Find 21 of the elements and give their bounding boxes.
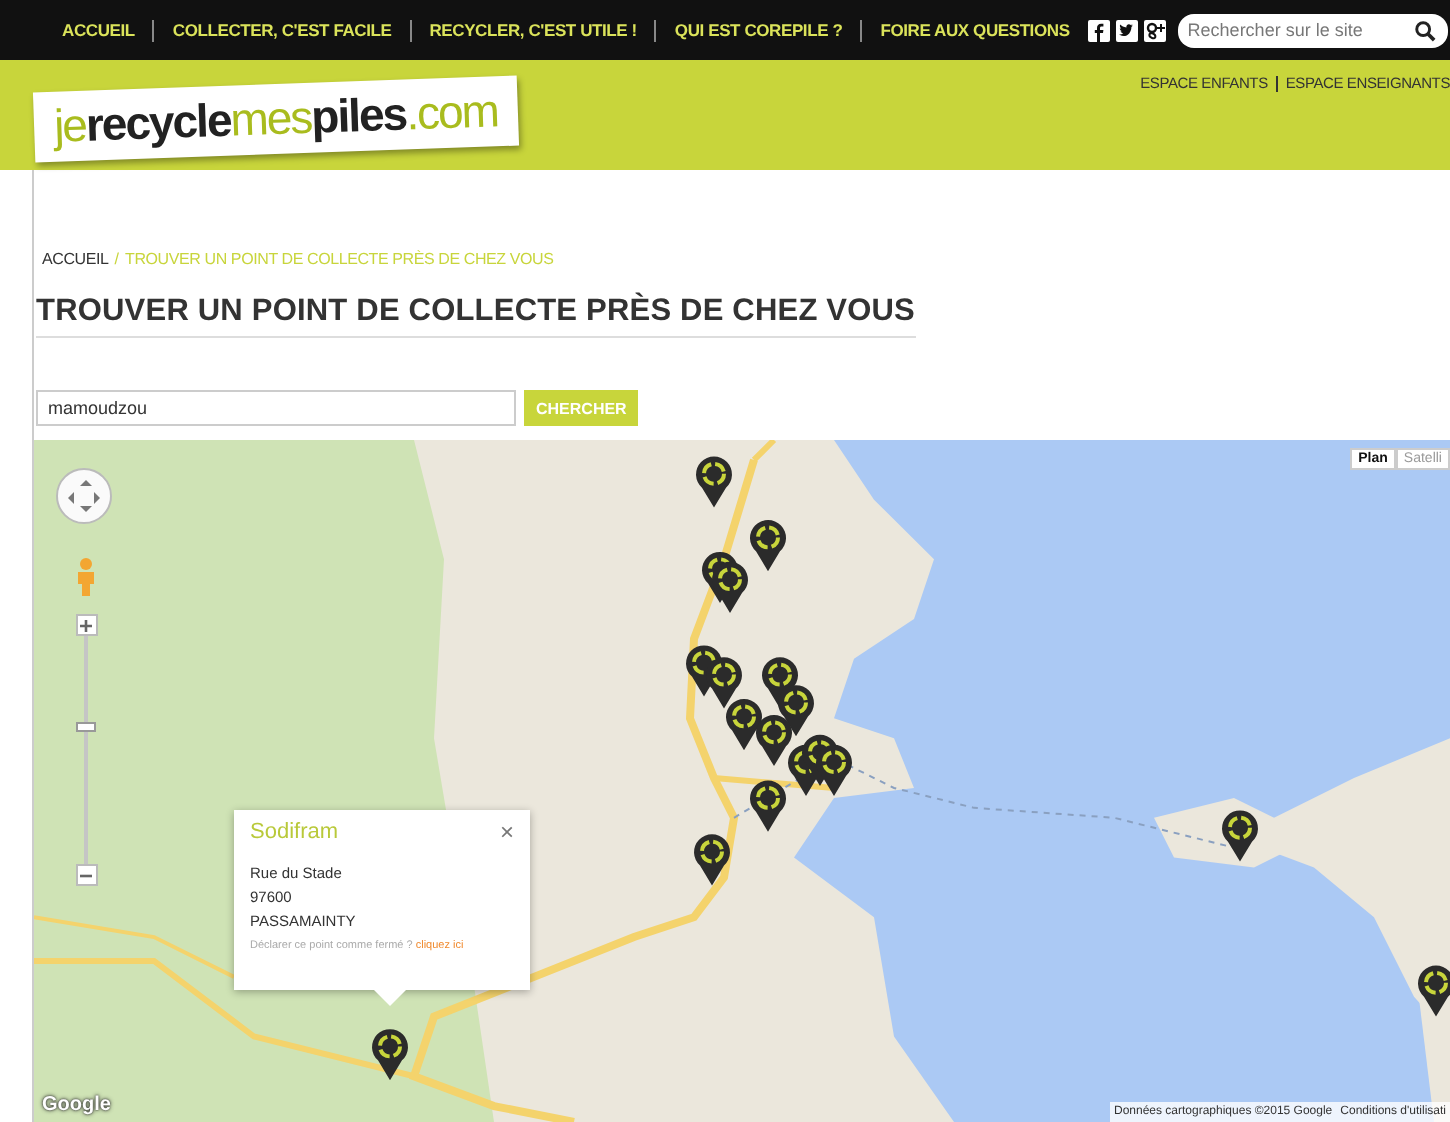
search-icon[interactable]: [1413, 19, 1436, 41]
nav-link[interactable]: FOIRE AUX QUESTIONS: [862, 20, 1088, 40]
facebook-icon[interactable]: [1087, 19, 1110, 41]
google-plus-icon[interactable]: [1143, 19, 1166, 41]
place-name: Sodifram: [250, 820, 339, 844]
breadcrumb-separator: /: [114, 250, 120, 268]
zoom-slider-thumb[interactable]: [76, 721, 96, 732]
nav-link[interactable]: RECYCLER, C'EST UTILE !: [411, 20, 655, 40]
nav-link[interactable]: COLLECTER, C'EST FACILE: [154, 20, 410, 40]
nav-link[interactable]: QUI EST COREPILE ?: [656, 20, 861, 40]
zoom-in-icon[interactable]: [75, 614, 97, 636]
page-title: TROUVER UN POINT DE COLLECTE PRÈS DE CHEZ VOUS: [36, 294, 916, 338]
google-logo: Google: [42, 1094, 111, 1118]
location-input-field[interactable]: mamoudzou: [36, 390, 516, 426]
nav-link[interactable]: ACCUEIL: [44, 20, 153, 40]
twitter-icon[interactable]: [1115, 19, 1138, 41]
close-button[interactable]: ×: [499, 820, 514, 844]
breadcrumb-link[interactable]: ACCUEIL: [42, 250, 109, 268]
zoom-out-icon[interactable]: [75, 864, 97, 886]
site-logo[interactable]: jerecyclemespiles.com: [32, 75, 519, 163]
site-search-field[interactable]: Rechercher sur le site: [1177, 13, 1448, 47]
